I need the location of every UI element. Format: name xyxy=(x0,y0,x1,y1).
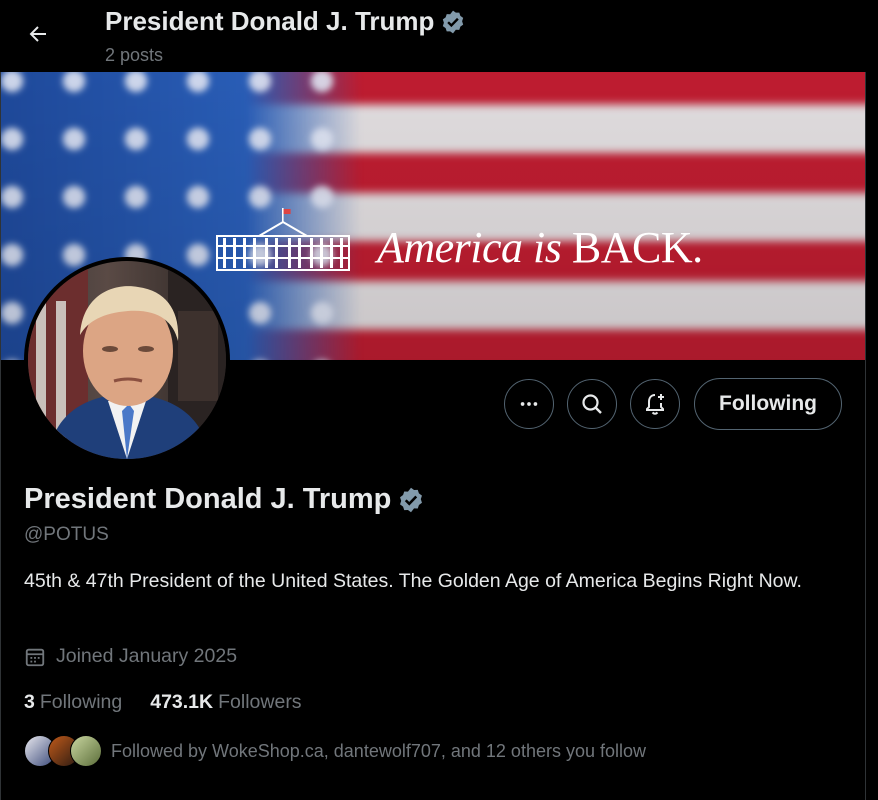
following-stat[interactable]: 3 Following xyxy=(24,691,122,714)
more-horizontal-icon xyxy=(520,402,538,406)
banner-slogan-italic: America is xyxy=(377,223,562,272)
top-bar: President Donald J. Trump 2 posts xyxy=(0,0,866,72)
verified-badge-icon xyxy=(443,10,464,33)
followers-stat[interactable]: 473.1K Followers xyxy=(150,691,301,714)
search-icon xyxy=(582,394,602,414)
joined-date: Joined January 2025 xyxy=(24,645,237,668)
white-house-logo-icon xyxy=(216,208,350,271)
verified-badge-icon[interactable] xyxy=(397,486,425,514)
banner-slogan-upright: BACK. xyxy=(561,223,703,272)
profile-handle: @POTUS xyxy=(24,524,109,545)
joined-date-text: Joined January 2025 xyxy=(56,645,238,667)
arrow-left-icon xyxy=(29,26,46,42)
calendar-icon xyxy=(25,648,45,666)
following-button[interactable]: Following xyxy=(694,378,842,430)
search-posts-button[interactable] xyxy=(567,379,617,429)
followed-by-avatars xyxy=(24,735,104,767)
followed-by[interactable]: Followed by WokeShop.ca, dantewolf707, a… xyxy=(24,735,646,767)
following-label: Following xyxy=(39,691,123,713)
bell-plus-icon xyxy=(646,394,664,415)
followers-label: Followers xyxy=(218,691,302,713)
follow-stats: 3 Following 473.1K Followers xyxy=(24,691,330,714)
banner-slogan: America is BACK. xyxy=(377,222,703,273)
profile-name: President Donald J. Trump xyxy=(24,483,425,516)
followed-by-text: Followed by WokeShop.ca, dantewolf707, a… xyxy=(111,740,646,761)
header-title-text: President Donald J. Trump xyxy=(105,6,435,36)
avatar[interactable] xyxy=(24,257,230,463)
avatar-photo xyxy=(28,261,226,459)
profile-name-text: President Donald J. Trump xyxy=(24,483,392,515)
header-title: President Donald J. Trump xyxy=(105,6,466,37)
portrait-illustration xyxy=(28,261,226,459)
back-button[interactable] xyxy=(18,14,58,54)
profile-bio: 45th & 47th President of the United Stat… xyxy=(24,570,802,592)
post-count: 2 posts xyxy=(105,45,164,65)
notify-button[interactable] xyxy=(630,379,680,429)
more-button[interactable] xyxy=(504,379,554,429)
follower-avatar xyxy=(70,735,102,767)
followers-count: 473.1K xyxy=(150,691,214,713)
following-count: 3 xyxy=(24,691,35,713)
